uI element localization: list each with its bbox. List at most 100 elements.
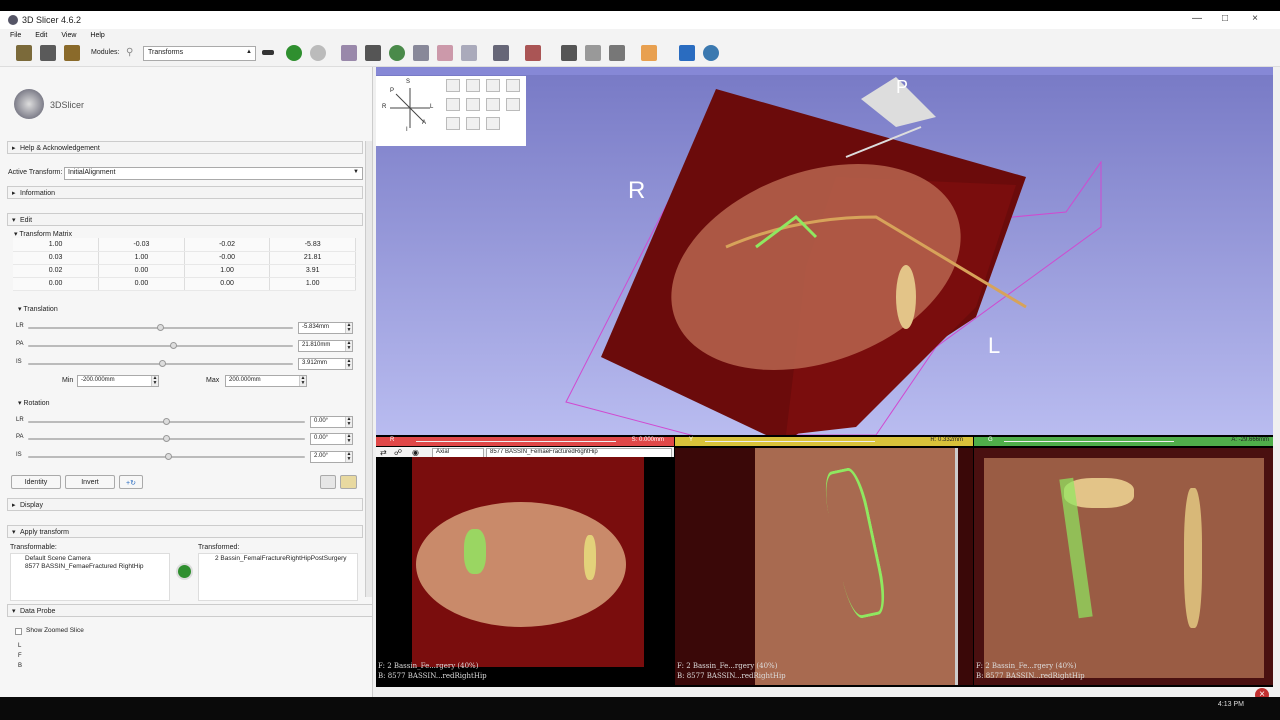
- minimize-button[interactable]: ―: [1190, 13, 1204, 24]
- more-options-icon[interactable]: [506, 98, 520, 111]
- copy-icon[interactable]: [320, 475, 336, 489]
- edit-section-header[interactable]: ▾ Edit: [7, 213, 363, 226]
- extension-manager-icon[interactable]: [585, 45, 601, 61]
- dicom-icon[interactable]: [40, 45, 56, 61]
- red-slice-slider[interactable]: [416, 441, 616, 442]
- rotation-pa-slider[interactable]: [28, 435, 305, 442]
- information-section-header[interactable]: ▸ Information: [7, 186, 363, 199]
- rotation-lr-spinbox[interactable]: 0.00° ▲ ▼: [310, 416, 353, 428]
- translation-pa-slider[interactable]: [28, 342, 293, 349]
- rotation-is-spinbox[interactable]: 2.00° ▲ ▼: [310, 451, 353, 463]
- spin-arrows-icon[interactable]: ▲ ▼: [345, 417, 352, 427]
- invert-button[interactable]: Invert: [65, 475, 115, 489]
- zoom-in-icon[interactable]: [446, 98, 460, 111]
- crosshair-icon[interactable]: [641, 45, 657, 61]
- search-icon[interactable]: ⚲: [126, 47, 133, 58]
- matrix-cell[interactable]: 0.00: [98, 277, 185, 291]
- list-item[interactable]: Default Scene Camera: [11, 554, 169, 563]
- slider-handle[interactable]: [162, 418, 170, 425]
- axes-icon[interactable]: [486, 98, 500, 111]
- split-transform-button[interactable]: +↻: [119, 475, 143, 489]
- yellow-slice-view[interactable]: F: 2 Bassin_Fe...rgery (40%) B: 8577 BASS…: [675, 448, 973, 685]
- slider-handle[interactable]: [162, 435, 170, 442]
- rotation-lr-slider[interactable]: [28, 418, 305, 425]
- identity-button[interactable]: Identity: [11, 475, 61, 489]
- matrix-cell[interactable]: 1.00: [98, 251, 185, 265]
- link-icon[interactable]: ☍: [394, 448, 402, 457]
- matrix-cell[interactable]: 1.00: [184, 264, 271, 278]
- eye-icon[interactable]: [486, 117, 500, 130]
- red-slice-view[interactable]: F: 2 Bassin_Fe...rgery (40%) B: 8577 BASS…: [376, 457, 674, 685]
- min-spinbox[interactable]: -200.000mm ▲ ▼: [77, 375, 159, 387]
- green-slice-view[interactable]: F: 2 Bassin_Fe...rgery (40%) B: 8577 BASS…: [974, 448, 1273, 685]
- crosshair-view-icon[interactable]: [609, 45, 625, 61]
- matrix-cell[interactable]: 1.00: [13, 238, 100, 252]
- back-arrow-icon[interactable]: [286, 45, 302, 61]
- matrix-cell[interactable]: 0.00: [184, 277, 271, 291]
- translation-is-spinbox[interactable]: 3.912mm ▲ ▼: [298, 358, 353, 370]
- markups-module-icon[interactable]: [437, 45, 453, 61]
- spin-arrows-icon[interactable]: ▲ ▼: [345, 434, 352, 444]
- help-section-header[interactable]: ▸ Help & Acknowledgement: [7, 141, 363, 154]
- module-selector[interactable]: Transforms ▲︎: [143, 46, 256, 61]
- spin-arrows-icon[interactable]: ▲ ▼: [345, 359, 352, 369]
- slider-handle[interactable]: [156, 324, 164, 331]
- data-probe-section-header[interactable]: ▾ Data Probe: [7, 604, 372, 617]
- slider-handle[interactable]: [159, 360, 167, 367]
- matrix-cell[interactable]: 1.00: [269, 277, 356, 291]
- load-data-icon[interactable]: [16, 45, 32, 61]
- camera-view-icon[interactable]: [466, 79, 480, 92]
- models-module-icon[interactable]: [389, 45, 405, 61]
- close-window-button[interactable]: ×: [1248, 13, 1262, 24]
- matrix-cell[interactable]: -0.03: [98, 238, 185, 252]
- matrix-cell[interactable]: -0.00: [184, 251, 271, 265]
- menu-edit[interactable]: Edit: [35, 32, 47, 39]
- spin-arrows-icon[interactable]: ▲ ▼: [345, 323, 352, 333]
- yellow-slice-bar[interactable]: Y R: 0.332mm: [675, 437, 973, 446]
- translation-is-slider[interactable]: [28, 360, 293, 367]
- list-item[interactable]: 8577 BASSIN_FemaeFractured RightHip: [11, 563, 169, 570]
- green-slice-slider[interactable]: [1004, 441, 1174, 442]
- translation-lr-spinbox[interactable]: -5.834mm ▲ ▼: [298, 322, 353, 334]
- rotation-pa-spinbox[interactable]: 0.00° ▲ ▼: [310, 433, 353, 445]
- menu-help[interactable]: Help: [90, 32, 104, 39]
- spin-arrows-icon[interactable]: ▲ ▼: [299, 376, 306, 386]
- transformable-list[interactable]: Default Scene Camera 8577 BASSIN_FemaeFr…: [10, 553, 170, 601]
- spin-arrows-icon[interactable]: ▲ ▼: [345, 341, 352, 351]
- green-slice-bar[interactable]: G A: -29.666mm: [974, 437, 1273, 446]
- matrix-cell[interactable]: -0.02: [184, 238, 271, 252]
- orientation-cross-icon[interactable]: [388, 86, 432, 130]
- volumes-module-icon[interactable]: [365, 45, 381, 61]
- apply-transform-arrow-icon[interactable]: [176, 563, 193, 580]
- matrix-cell[interactable]: 21.81: [269, 251, 356, 265]
- matrix-cell[interactable]: -5.83: [269, 238, 356, 252]
- active-transform-select[interactable]: InitialAlignment ▼: [64, 167, 363, 180]
- data-module-icon[interactable]: [341, 45, 357, 61]
- list-item[interactable]: 2 Bassin_FemalFractureRightHipPostSurger…: [199, 554, 357, 563]
- panel-scrollbar[interactable]: [365, 141, 372, 597]
- screenshot-icon[interactable]: [561, 45, 577, 61]
- slider-handle[interactable]: [165, 453, 173, 460]
- maximize-button[interactable]: □: [1218, 13, 1232, 24]
- matrix-cell[interactable]: 0.03: [13, 251, 100, 265]
- slider-handle[interactable]: [169, 342, 177, 349]
- module-history-icon[interactable]: [262, 50, 274, 55]
- center-view-icon[interactable]: [446, 79, 460, 92]
- mouse-mode-icon[interactable]: [525, 45, 541, 61]
- display-section-header[interactable]: ▸ Display: [7, 498, 363, 511]
- matrix-cell[interactable]: 0.00: [13, 277, 100, 291]
- translation-lr-slider[interactable]: [28, 324, 293, 331]
- matrix-cell[interactable]: 0.02: [13, 264, 100, 278]
- python-console-icon[interactable]: [703, 45, 719, 61]
- eye-icon[interactable]: ◉: [412, 448, 419, 457]
- pin-icon[interactable]: ⇄: [380, 448, 387, 457]
- layout-icon[interactable]: [493, 45, 509, 61]
- max-spinbox[interactable]: 200.000mm ▲ ▼: [225, 375, 307, 387]
- menu-file[interactable]: File: [10, 32, 21, 39]
- 3d-view[interactable]: R L P S P R L A I: [376, 67, 1273, 435]
- paste-icon[interactable]: [340, 475, 357, 489]
- extension-wizard-icon[interactable]: [679, 45, 695, 61]
- show-zoomed-checkbox[interactable]: [15, 628, 22, 635]
- rotation-is-slider[interactable]: [28, 453, 305, 460]
- stereo-icon[interactable]: [506, 79, 520, 92]
